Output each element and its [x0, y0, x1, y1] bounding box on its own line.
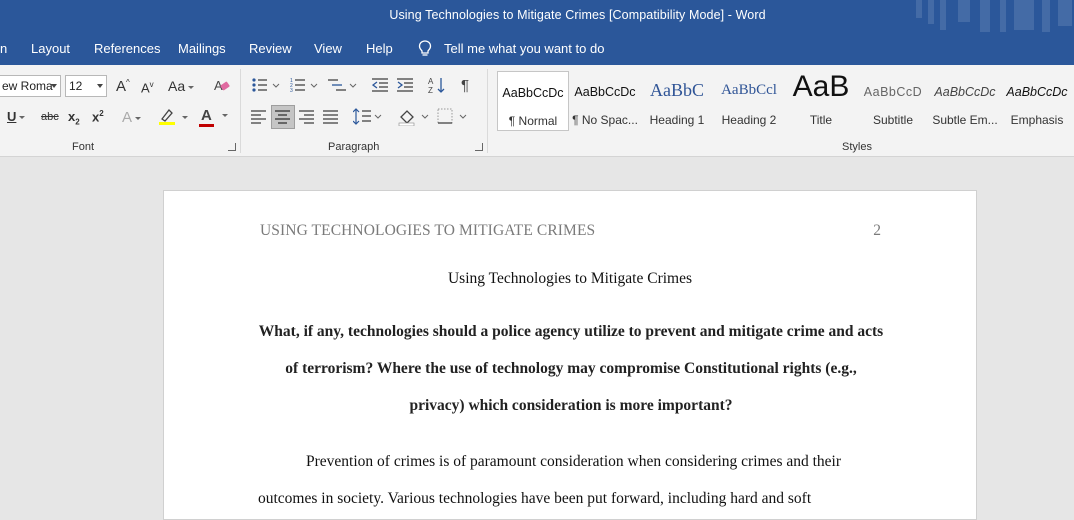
tab-design[interactable]: n: [0, 41, 7, 56]
style-normal[interactable]: AaBbCcDc ¶ Normal: [497, 71, 569, 131]
subscript-button[interactable]: x2: [68, 109, 80, 127]
ribbon-tabs: n Layout References Mailings Review View…: [0, 32, 1074, 65]
style-preview: AaBbCcDc: [502, 86, 564, 100]
borders-icon[interactable]: [437, 108, 469, 126]
style-name: Subtitle: [872, 113, 914, 127]
strikethrough-button[interactable]: abc: [41, 111, 59, 123]
svg-text:A: A: [428, 77, 434, 86]
line-spacing-icon[interactable]: [353, 108, 383, 126]
tell-me-search[interactable]: Tell me what you want to do: [418, 40, 604, 57]
font-name-value: ew Roma: [2, 79, 53, 93]
font-color-letter: A: [201, 107, 212, 124]
font-size-combo[interactable]: 12: [65, 75, 107, 97]
tab-layout[interactable]: Layout: [31, 41, 70, 56]
tab-references[interactable]: References: [94, 41, 160, 56]
style-emphasis[interactable]: AaBbCcDc Emphasis: [1001, 71, 1073, 131]
assignment-question: What, if any, technologies should a poli…: [258, 323, 884, 414]
style-preview: AaBbCcDc: [934, 85, 996, 99]
style-name: Heading 1: [649, 113, 705, 127]
align-right-icon[interactable]: [299, 110, 315, 124]
style-no-spacing[interactable]: AaBbCcDc ¶ No Spac...: [569, 71, 641, 131]
style-name: ¶ No Spac...: [572, 113, 638, 127]
title-bar: Using Technologies to Mitigate Crimes [C…: [0, 0, 1074, 40]
svg-text:Z: Z: [428, 86, 433, 94]
style-preview: AaBbCcDc: [574, 85, 636, 99]
font-color-swatch: [199, 124, 214, 127]
page-number: 2: [873, 222, 881, 239]
tab-review[interactable]: Review: [249, 41, 292, 56]
group-separator: [487, 69, 488, 153]
sort-icon[interactable]: A Z: [428, 76, 446, 94]
change-case-button[interactable]: Aa: [168, 78, 195, 94]
shading-icon[interactable]: [398, 108, 430, 126]
underline-button[interactable]: U: [7, 109, 26, 124]
clear-formatting-icon[interactable]: A: [214, 77, 230, 93]
superscript-button[interactable]: x2: [92, 109, 104, 124]
show-formatting-marks-button[interactable]: ¶: [461, 77, 469, 94]
chevron-down-icon[interactable]: [51, 84, 57, 88]
align-center-icon: [275, 110, 290, 124]
style-preview: AaBbCcl: [721, 82, 777, 98]
multilevel-list-icon[interactable]: [328, 77, 360, 93]
tab-help[interactable]: Help: [366, 41, 393, 56]
font-size-value: 12: [69, 79, 83, 93]
font-group-label: Font: [72, 141, 95, 153]
style-name: Emphasis: [1010, 113, 1064, 127]
style-preview: AaBbCcDc: [1006, 85, 1068, 99]
style-subtle-emphasis[interactable]: AaBbCcDc Subtle Em...: [929, 71, 1001, 131]
document-page[interactable]: USING TECHNOLOGIES TO MITIGATE CRIMES 2 …: [163, 190, 977, 520]
paragraph-group-label: Paragraph: [328, 141, 380, 153]
align-center-button[interactable]: [271, 105, 295, 129]
chevron-down-icon[interactable]: [97, 84, 103, 88]
font-name-combo[interactable]: ew Roma: [0, 75, 61, 97]
grow-font-button[interactable]: A^: [116, 78, 130, 95]
tell-me-text: Tell me what you want to do: [444, 41, 605, 56]
paragraph-dialog-launcher[interactable]: [475, 143, 483, 151]
decrease-indent-icon[interactable]: [372, 77, 390, 93]
style-preview: AaBbC: [650, 80, 704, 100]
style-name: Subtle Em...: [932, 113, 998, 127]
style-subtitle[interactable]: AaBbCcD Subtitle: [857, 71, 929, 131]
style-name: Heading 2: [721, 113, 777, 127]
bullets-icon[interactable]: [252, 77, 282, 93]
lightbulb-icon: [418, 40, 432, 56]
highlight-color-button[interactable]: [158, 107, 190, 129]
body-paragraph: Prevention of crimes is of paramount con…: [258, 453, 842, 507]
shrink-font-button[interactable]: Av: [141, 80, 154, 95]
style-title[interactable]: AaB Title: [785, 70, 857, 131]
numbering-icon[interactable]: 1 2 3: [290, 77, 320, 93]
font-color-button[interactable]: A: [198, 107, 230, 129]
justify-icon[interactable]: [323, 110, 339, 124]
styles-group-label: Styles: [842, 141, 872, 153]
style-name: Title: [809, 113, 833, 127]
style-preview: AaBbCcD: [863, 85, 923, 99]
style-preview: AaB: [792, 70, 850, 103]
text-effects-button[interactable]: A: [122, 109, 142, 126]
highlighter-icon: [159, 109, 175, 125]
align-left-icon[interactable]: [251, 110, 267, 124]
style-heading-2[interactable]: AaBbCcl Heading 2: [713, 71, 785, 131]
svg-text:3: 3: [290, 88, 293, 93]
document-title: Using Technologies to Mitigate Crimes: [447, 270, 693, 287]
tab-view[interactable]: View: [314, 41, 342, 56]
group-separator: [240, 69, 241, 153]
font-dialog-launcher[interactable]: [228, 143, 236, 151]
running-header: USING TECHNOLOGIES TO MITIGATE CRIMES: [260, 222, 596, 239]
increase-indent-icon[interactable]: [397, 77, 415, 93]
style-name: ¶ Normal: [508, 114, 558, 128]
tab-mailings[interactable]: Mailings: [178, 41, 226, 56]
ribbon: ew Roma 12 A^ Av Aa A U abc x2 x2 A A Fo…: [0, 65, 1074, 157]
window-title: Using Technologies to Mitigate Crimes [C…: [389, 8, 766, 22]
style-heading-1[interactable]: AaBbC Heading 1: [641, 71, 713, 131]
